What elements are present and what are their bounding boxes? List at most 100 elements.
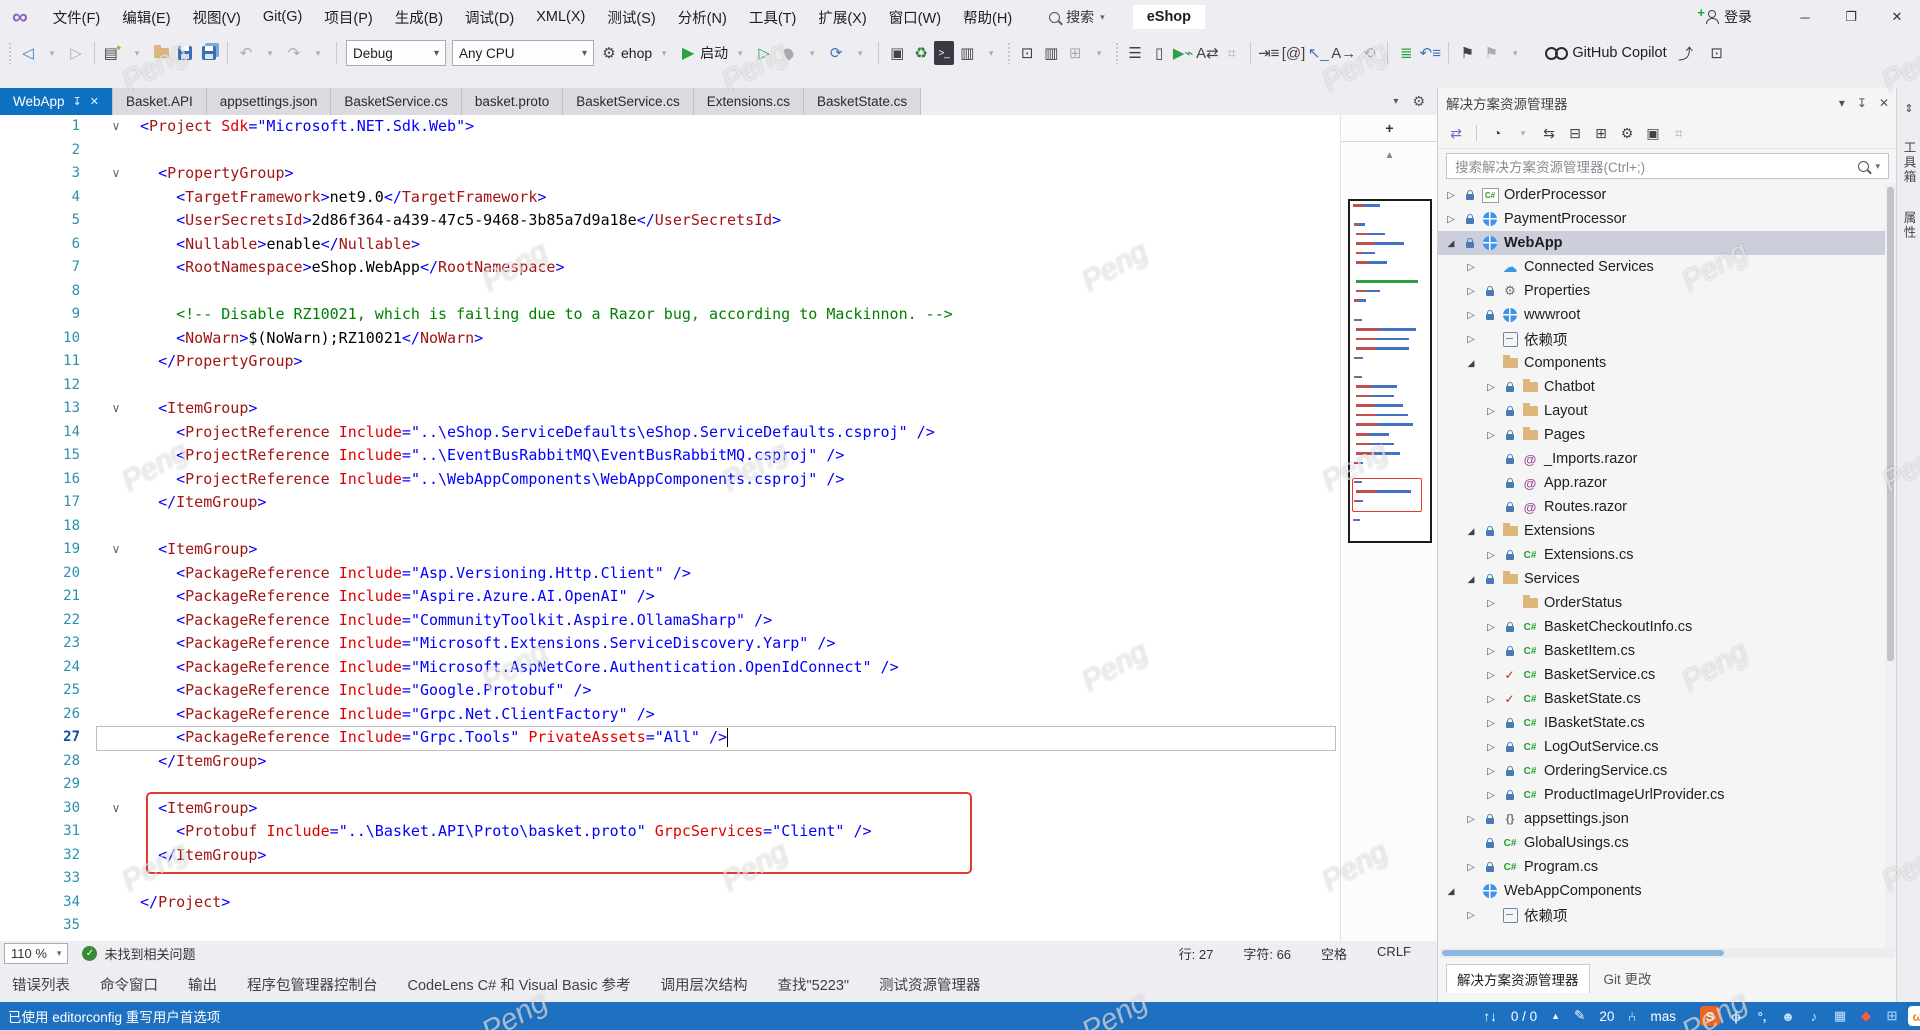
code-line-10[interactable]: 10 <NoWarn>$(NoWarn);RZ10021</NoWarn> bbox=[0, 327, 1340, 351]
document-tab-7[interactable]: Extensions.cs bbox=[693, 88, 805, 115]
expander-collapsed-icon[interactable]: ▷ bbox=[1484, 646, 1498, 657]
tree-item-_Imports.razor[interactable]: @ _Imports.razor bbox=[1438, 447, 1897, 471]
tree-item-Layout[interactable]: ▷ Layout bbox=[1438, 399, 1897, 423]
line-ending-indicator[interactable]: CRLF bbox=[1377, 944, 1411, 963]
menu-item-9[interactable]: 测试(S) bbox=[596, 0, 666, 34]
expander-collapsed-icon[interactable]: ▷ bbox=[1464, 910, 1478, 921]
hot-reload-icon[interactable] bbox=[777, 41, 799, 65]
code-line-11[interactable]: 11 </PropertyGroup> bbox=[0, 350, 1340, 374]
fold-chevron-icon[interactable]: ∨ bbox=[106, 538, 126, 562]
minimize-button[interactable]: ─ bbox=[1782, 0, 1828, 34]
tree-item-WebAppComponents[interactable]: ◢ WebAppComponents bbox=[1438, 879, 1897, 903]
document-tab-3[interactable]: appsettings.json bbox=[206, 88, 332, 115]
column-indicator[interactable]: 字符: 66 bbox=[1243, 944, 1291, 963]
expander-collapsed-icon[interactable]: ▷ bbox=[1464, 334, 1478, 345]
menu-item-1[interactable]: 文件(F) bbox=[42, 0, 112, 34]
tree-item-IBasketState.cs[interactable]: ▷ C# IBasketState.cs bbox=[1438, 711, 1897, 735]
expander-collapsed-icon[interactable]: ▷ bbox=[1464, 814, 1478, 825]
code-line-28[interactable]: 28 </ItemGroup> bbox=[0, 750, 1340, 774]
solution-search-input[interactable]: 搜索解决方案资源管理器(Ctrl+;) ▾ bbox=[1446, 153, 1889, 179]
git-branch-icon[interactable]: ⑂ bbox=[1628, 1009, 1636, 1024]
expander-expanded-icon[interactable]: ◢ bbox=[1444, 238, 1458, 249]
menu-item-11[interactable]: 工具(T) bbox=[738, 0, 808, 34]
bottom-tab-7[interactable]: 查找"5223" bbox=[777, 974, 849, 995]
search-options-caret-icon[interactable]: ▾ bbox=[1875, 161, 1880, 172]
code-line-20[interactable]: 20 <PackageReference Include="Asp.Versio… bbox=[0, 562, 1340, 586]
tree-item-Extensions[interactable]: ◢ Extensions bbox=[1438, 519, 1897, 543]
document-tab-1[interactable]: WebApp ↧ ✕ bbox=[0, 88, 113, 115]
startup-project-caret-icon[interactable]: ▾ bbox=[653, 41, 675, 65]
tree-item-App.razor[interactable]: @ App.razor bbox=[1438, 471, 1897, 495]
zoom-dropdown[interactable]: 110 % ▾ bbox=[4, 943, 69, 964]
document-tab-6[interactable]: BasketService.cs bbox=[563, 88, 694, 115]
tree-item-appsettings.json[interactable]: ▷ {} appsettings.json bbox=[1438, 807, 1897, 831]
save-all-icon[interactable] bbox=[198, 41, 220, 65]
expander-expanded-icon[interactable]: ◢ bbox=[1464, 358, 1478, 369]
run-tests-icon[interactable]: ▶⌁ bbox=[1172, 41, 1194, 65]
task-list-icon[interactable]: ☰ bbox=[1124, 41, 1146, 65]
solution-platform-dropdown[interactable]: Any CPU ▾ bbox=[452, 40, 594, 66]
bottom-tab-3[interactable]: 输出 bbox=[188, 974, 217, 995]
tree-item-PaymentProcessor[interactable]: ▷ PaymentProcessor bbox=[1438, 207, 1897, 231]
code-line-19[interactable]: 19 ∨ <ItemGroup> bbox=[0, 538, 1340, 562]
tray-punct-icon[interactable]: °, bbox=[1752, 1006, 1772, 1026]
start-debugging-label[interactable]: 启动 bbox=[700, 43, 728, 63]
expander-collapsed-icon[interactable]: ▷ bbox=[1464, 286, 1478, 297]
sync-caret-icon[interactable]: ▲ bbox=[1551, 1011, 1560, 1021]
bottom-tab-4[interactable]: 程序包管理器控制台 bbox=[247, 974, 378, 995]
code-line-13[interactable]: 13 ∨ <ItemGroup> bbox=[0, 397, 1340, 421]
restart-icon[interactable]: ⟳ bbox=[825, 41, 847, 65]
attach-process-icon[interactable]: ▣ bbox=[886, 41, 908, 65]
expander-collapsed-icon[interactable]: ▷ bbox=[1484, 742, 1498, 753]
minimap-viewport[interactable] bbox=[1348, 199, 1432, 543]
tree-item-Components[interactable]: ◢ Components bbox=[1438, 351, 1897, 375]
tree-item-Program.cs[interactable]: ▷ C# Program.cs bbox=[1438, 855, 1897, 879]
profiler-icon[interactable]: ♻ bbox=[910, 41, 932, 65]
menu-item-8[interactable]: XML(X) bbox=[525, 0, 596, 34]
fold-chevron-icon[interactable]: ∨ bbox=[106, 797, 126, 821]
expander-collapsed-icon[interactable]: ▷ bbox=[1484, 766, 1498, 777]
pending-edits-icon[interactable]: ✎ bbox=[1574, 1008, 1585, 1024]
line-indicator[interactable]: 行: 27 bbox=[1179, 944, 1214, 963]
menu-item-7[interactable]: 调试(D) bbox=[454, 0, 525, 34]
tray-grid-icon[interactable]: ⊞ bbox=[1882, 1006, 1902, 1026]
tray-keyboard-icon[interactable]: ▦ bbox=[1830, 1006, 1850, 1026]
bottom-tab-1[interactable]: 错误列表 bbox=[12, 974, 70, 995]
tree-item-OrderingService.cs[interactable]: ▷ C# OrderingService.cs bbox=[1438, 759, 1897, 783]
pending-edits-count[interactable]: 20 bbox=[1599, 1009, 1614, 1024]
document-tab-8[interactable]: BasketState.cs bbox=[804, 88, 922, 115]
expander-collapsed-icon[interactable]: ▷ bbox=[1484, 598, 1498, 609]
tree-item-BasketCheckoutInfo.cs[interactable]: ▷ C# BasketCheckoutInfo.cs bbox=[1438, 615, 1897, 639]
code-line-23[interactable]: 23 <PackageReference Include="Microsoft.… bbox=[0, 632, 1340, 656]
code-line-14[interactable]: 14 <ProjectReference Include="..\eShop.S… bbox=[0, 421, 1340, 445]
bottom-tab-5[interactable]: CodeLens C# 和 Visual Basic 参考 bbox=[408, 974, 631, 995]
indent-icon[interactable]: ⇥≡ bbox=[1258, 41, 1280, 65]
expander-collapsed-icon[interactable]: ▷ bbox=[1484, 550, 1498, 561]
scroll-up-icon[interactable]: ▲ bbox=[1341, 150, 1437, 161]
pending-filter-icon[interactable]: ◔ bbox=[1486, 121, 1508, 145]
se-bottom-tab-1[interactable]: 解决方案资源管理器 bbox=[1446, 964, 1590, 993]
startup-project-label[interactable]: ehop bbox=[621, 45, 652, 61]
tree-item-WebApp[interactable]: ◢ WebApp bbox=[1438, 231, 1897, 255]
code-line-24[interactable]: 24 <PackageReference Include="Microsoft.… bbox=[0, 656, 1340, 680]
code-line-18[interactable]: 18 bbox=[0, 515, 1340, 539]
tree-item-OrderProcessor[interactable]: ▷ C# OrderProcessor bbox=[1438, 183, 1897, 207]
expander-collapsed-icon[interactable]: ▷ bbox=[1464, 262, 1478, 273]
expander-collapsed-icon[interactable]: ▷ bbox=[1484, 430, 1498, 441]
code-line-7[interactable]: 7 <RootNamespace>eShop.WebApp</RootNames… bbox=[0, 256, 1340, 280]
tab-pin-icon[interactable]: ↧ bbox=[73, 95, 82, 108]
tree-item-wwwroot[interactable]: ▷ wwwroot bbox=[1438, 303, 1897, 327]
undo-list-icon[interactable]: ↶≡ bbox=[1419, 41, 1441, 65]
tree-item-Properties[interactable]: ▷ ⚙ Properties bbox=[1438, 279, 1897, 303]
menu-item-6[interactable]: 生成(B) bbox=[384, 0, 454, 34]
tree-item-Chatbot[interactable]: ▷ Chatbot bbox=[1438, 375, 1897, 399]
mention-icon[interactable]: [@] bbox=[1282, 41, 1306, 65]
code-line-16[interactable]: 16 <ProjectReference Include="..\WebAppC… bbox=[0, 468, 1340, 492]
tree-item-OrderStatus[interactable]: ▷ OrderStatus bbox=[1438, 591, 1897, 615]
tab-close-icon[interactable]: ✕ bbox=[90, 95, 99, 108]
editor-splitter-handle[interactable]: + bbox=[1341, 115, 1437, 142]
menu-item-4[interactable]: Git(G) bbox=[252, 0, 313, 34]
copilot-chat-icon[interactable]: ⊡ bbox=[1706, 41, 1728, 65]
se-bottom-tab-2[interactable]: Git 更改 bbox=[1594, 964, 1662, 992]
tree-item-BasketService.cs[interactable]: ▷ ✓ C# BasketService.cs bbox=[1438, 663, 1897, 687]
